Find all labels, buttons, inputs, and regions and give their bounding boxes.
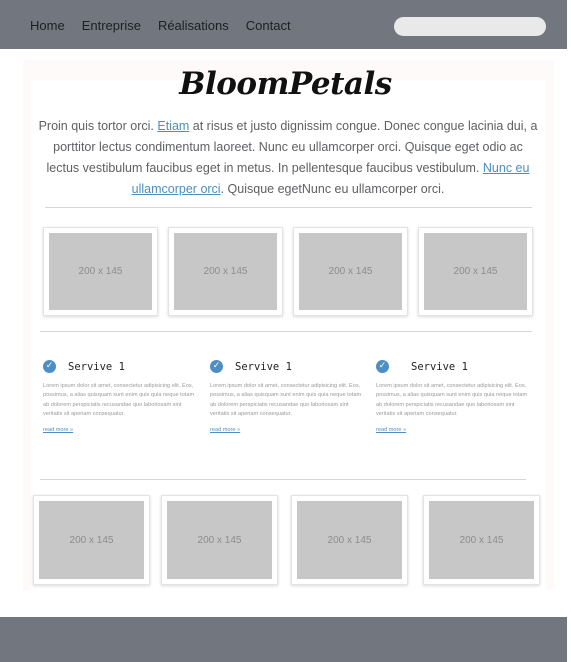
service-block: ✓ Servive 1 Lorem ipsum dolor sit amet, … [210, 360, 368, 433]
image-placeholder: 200 x 145 [174, 233, 277, 310]
service-title: Servive 1 [235, 360, 292, 373]
intro-text-1: Proin quis tortor orci. [38, 119, 158, 133]
service-header: ✓ Servive 1 [376, 360, 534, 373]
image-placeholder: 200 x 145 [299, 233, 402, 310]
image-placeholder: 200 x 145 [297, 501, 402, 579]
gallery-thumb[interactable]: 200 x 145 [33, 495, 150, 585]
service-block: ✓ Servive 1 Lorem ipsum dolor sit amet, … [376, 360, 534, 433]
main-nav: Home Entreprise Réalisations Contact [30, 19, 291, 33]
top-navbar: Home Entreprise Réalisations Contact [0, 0, 567, 49]
image-placeholder: 200 x 145 [49, 233, 152, 310]
check-circle-icon: ✓ [210, 360, 223, 373]
service-header: ✓ Servive 1 [43, 360, 201, 373]
image-placeholder: 200 x 145 [167, 501, 272, 579]
service-block: ✓ Servive 1 Lorem ipsum dolor sit amet, … [43, 360, 201, 433]
image-placeholder: 200 x 145 [429, 501, 534, 579]
service-description: Lorem ipsum dolor sit amet, consectetur … [43, 383, 195, 418]
gallery-thumb[interactable]: 200 x 145 [293, 227, 408, 316]
gallery-thumb[interactable]: 200 x 145 [418, 227, 533, 316]
nav-realisations[interactable]: Réalisations [158, 19, 229, 33]
read-more-link[interactable]: read more » [376, 427, 534, 433]
read-more-link[interactable]: read more » [43, 427, 201, 433]
nav-contact[interactable]: Contact [246, 19, 291, 33]
service-title: Servive 1 [68, 360, 125, 373]
service-description: Lorem ipsum dolor sit amet, consectetur … [210, 383, 362, 418]
brand-logo: BloomPetals [179, 66, 392, 102]
nav-entreprise[interactable]: Entreprise [82, 19, 141, 33]
image-placeholder: 200 x 145 [39, 501, 144, 579]
intro-link-etiam[interactable]: Etiam [157, 119, 189, 133]
divider [40, 331, 532, 332]
check-circle-icon: ✓ [43, 360, 56, 373]
gallery-thumb[interactable]: 200 x 145 [43, 227, 158, 316]
divider [40, 479, 526, 480]
image-placeholder: 200 x 145 [424, 233, 527, 310]
footer-bar [0, 617, 567, 662]
gallery-thumb[interactable]: 200 x 145 [423, 495, 540, 585]
gallery-thumb[interactable]: 200 x 145 [161, 495, 278, 585]
read-more-link[interactable]: read more » [210, 427, 368, 433]
service-description: Lorem ipsum dolor sit amet, consectetur … [376, 383, 528, 418]
gallery-thumb[interactable]: 200 x 145 [291, 495, 408, 585]
search-input[interactable] [394, 17, 546, 36]
intro-text-3: . Quisque egetNunc eu ullamcorper orci. [220, 182, 445, 196]
check-circle-icon: ✓ [376, 360, 389, 373]
intro-paragraph: Proin quis tortor orci. Etiam at risus e… [38, 116, 538, 200]
gallery-thumb[interactable]: 200 x 145 [168, 227, 283, 316]
divider [45, 207, 532, 208]
service-title: Servive 1 [411, 360, 468, 373]
service-header: ✓ Servive 1 [210, 360, 368, 373]
nav-home[interactable]: Home [30, 19, 65, 33]
